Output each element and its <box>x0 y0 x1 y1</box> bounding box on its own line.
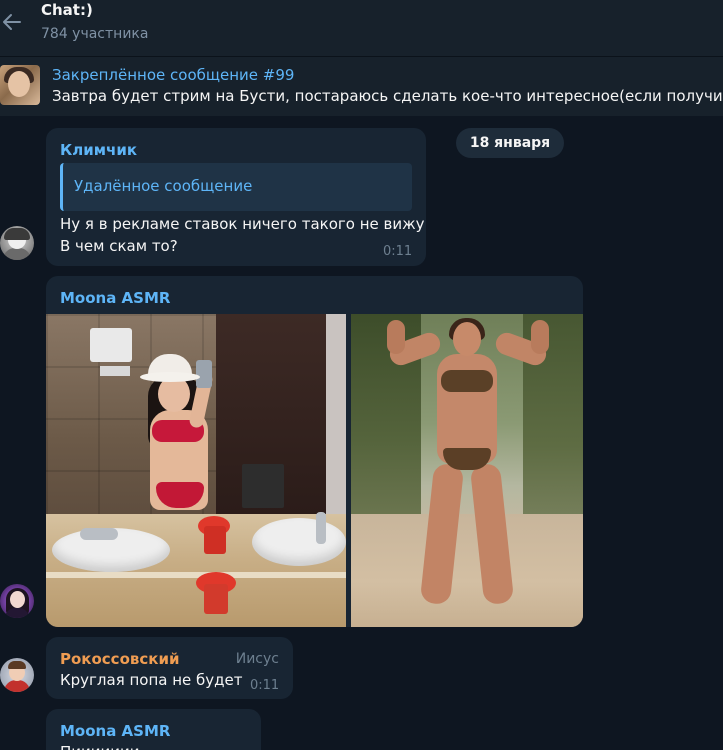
chat-header: Chat:) 784 участника <box>0 0 723 56</box>
sender-name[interactable]: Рокоссовский <box>60 649 179 669</box>
pinned-thumbnail <box>0 65 40 105</box>
date-separator: 18 января <box>456 128 564 158</box>
message-bubble[interactable]: Moona ASMR Пиииииии... <box>46 709 261 750</box>
message-bubble[interactable]: Климчик Удалённое сообщение Ну я в рекла… <box>46 128 426 266</box>
message-line: Круглая попа не будет <box>60 671 243 689</box>
photo-attachment[interactable] <box>351 314 583 627</box>
pinned-message-bar[interactable]: Закреплённое сообщение #99 Завтра будет … <box>0 56 723 116</box>
reply-text: Удалённое сообщение <box>74 177 253 195</box>
back-arrow-icon[interactable] <box>0 8 24 36</box>
message-line: В чем скам то? <box>60 237 178 255</box>
reply-quote[interactable]: Удалённое сообщение <box>60 163 412 211</box>
pinned-title: Закреплённое сообщение #99 <box>52 66 295 84</box>
admin-title-badge: Иисус <box>235 651 279 667</box>
sender-name[interactable]: Moona ASMR <box>60 288 170 308</box>
avatar[interactable] <box>0 658 34 692</box>
pinned-text: Завтра будет стрим на Бусти, постараюсь … <box>52 87 723 105</box>
message-time: 0:11 <box>383 244 413 259</box>
message-line: Пиииииии... <box>60 741 154 750</box>
sender-name[interactable]: Moona ASMR <box>60 721 170 741</box>
message-time: 0:11 <box>250 678 280 693</box>
avatar[interactable] <box>0 584 34 618</box>
member-count: 784 участника <box>41 26 149 42</box>
avatar[interactable] <box>0 226 34 260</box>
chat-title[interactable]: Chat:) <box>41 0 93 20</box>
message-bubble[interactable]: Рокоссовский Иисус Круглая попа не будет… <box>46 637 293 699</box>
sender-name[interactable]: Климчик <box>60 140 137 160</box>
message-line: Ну я в рекламе ставок ничего такого не в… <box>60 215 425 233</box>
photo-attachment[interactable] <box>46 314 346 627</box>
message-bubble[interactable]: Moona ASMR <box>46 276 583 627</box>
